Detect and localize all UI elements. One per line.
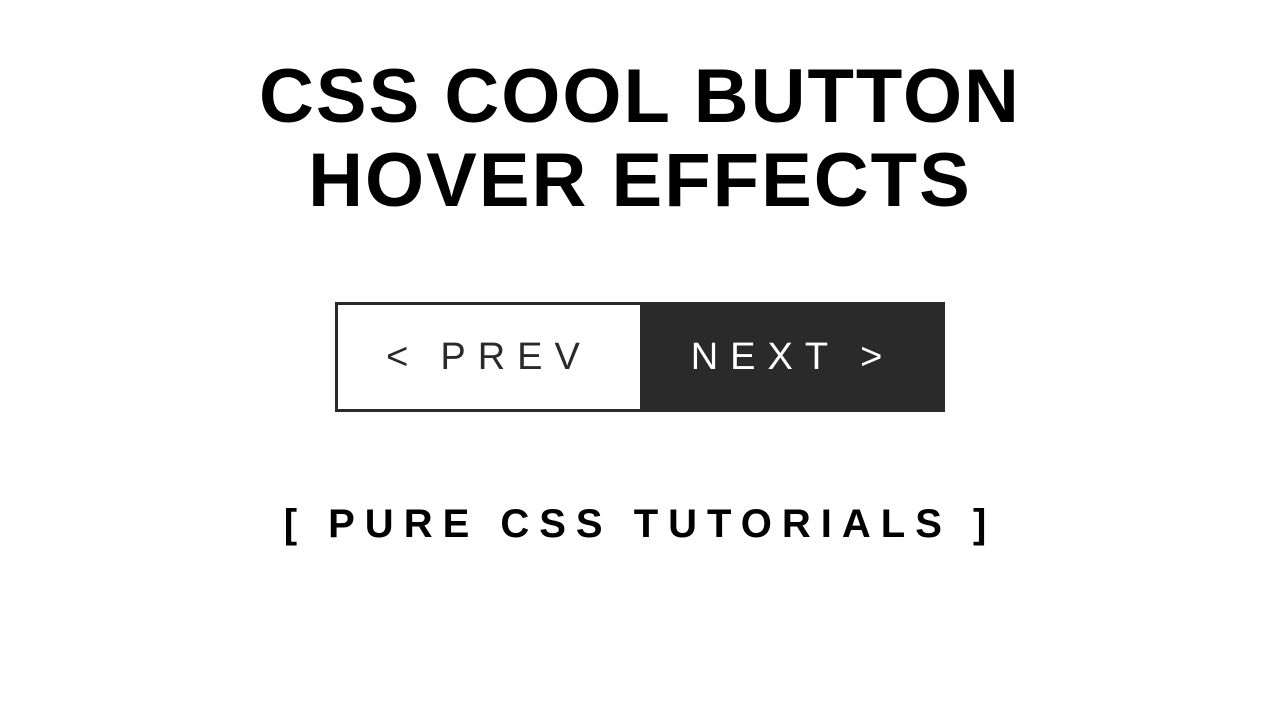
title-line-1: CSS COOL BUTTON — [259, 55, 1021, 139]
prev-button-label: PREV — [440, 336, 591, 379]
title-line-2: HOVER EFFECTS — [259, 139, 1021, 223]
button-group: < PREV NEXT > — [335, 302, 945, 412]
prev-button[interactable]: < PREV — [335, 302, 640, 412]
chevron-left-icon: < — [386, 336, 420, 379]
subtitle: [ PURE CSS TUTORIALS ] — [284, 502, 997, 547]
next-button-label: NEXT — [691, 336, 840, 379]
next-button[interactable]: NEXT > — [640, 302, 945, 412]
main-title: CSS COOL BUTTON HOVER EFFECTS — [259, 55, 1021, 222]
chevron-right-icon: > — [860, 336, 894, 379]
